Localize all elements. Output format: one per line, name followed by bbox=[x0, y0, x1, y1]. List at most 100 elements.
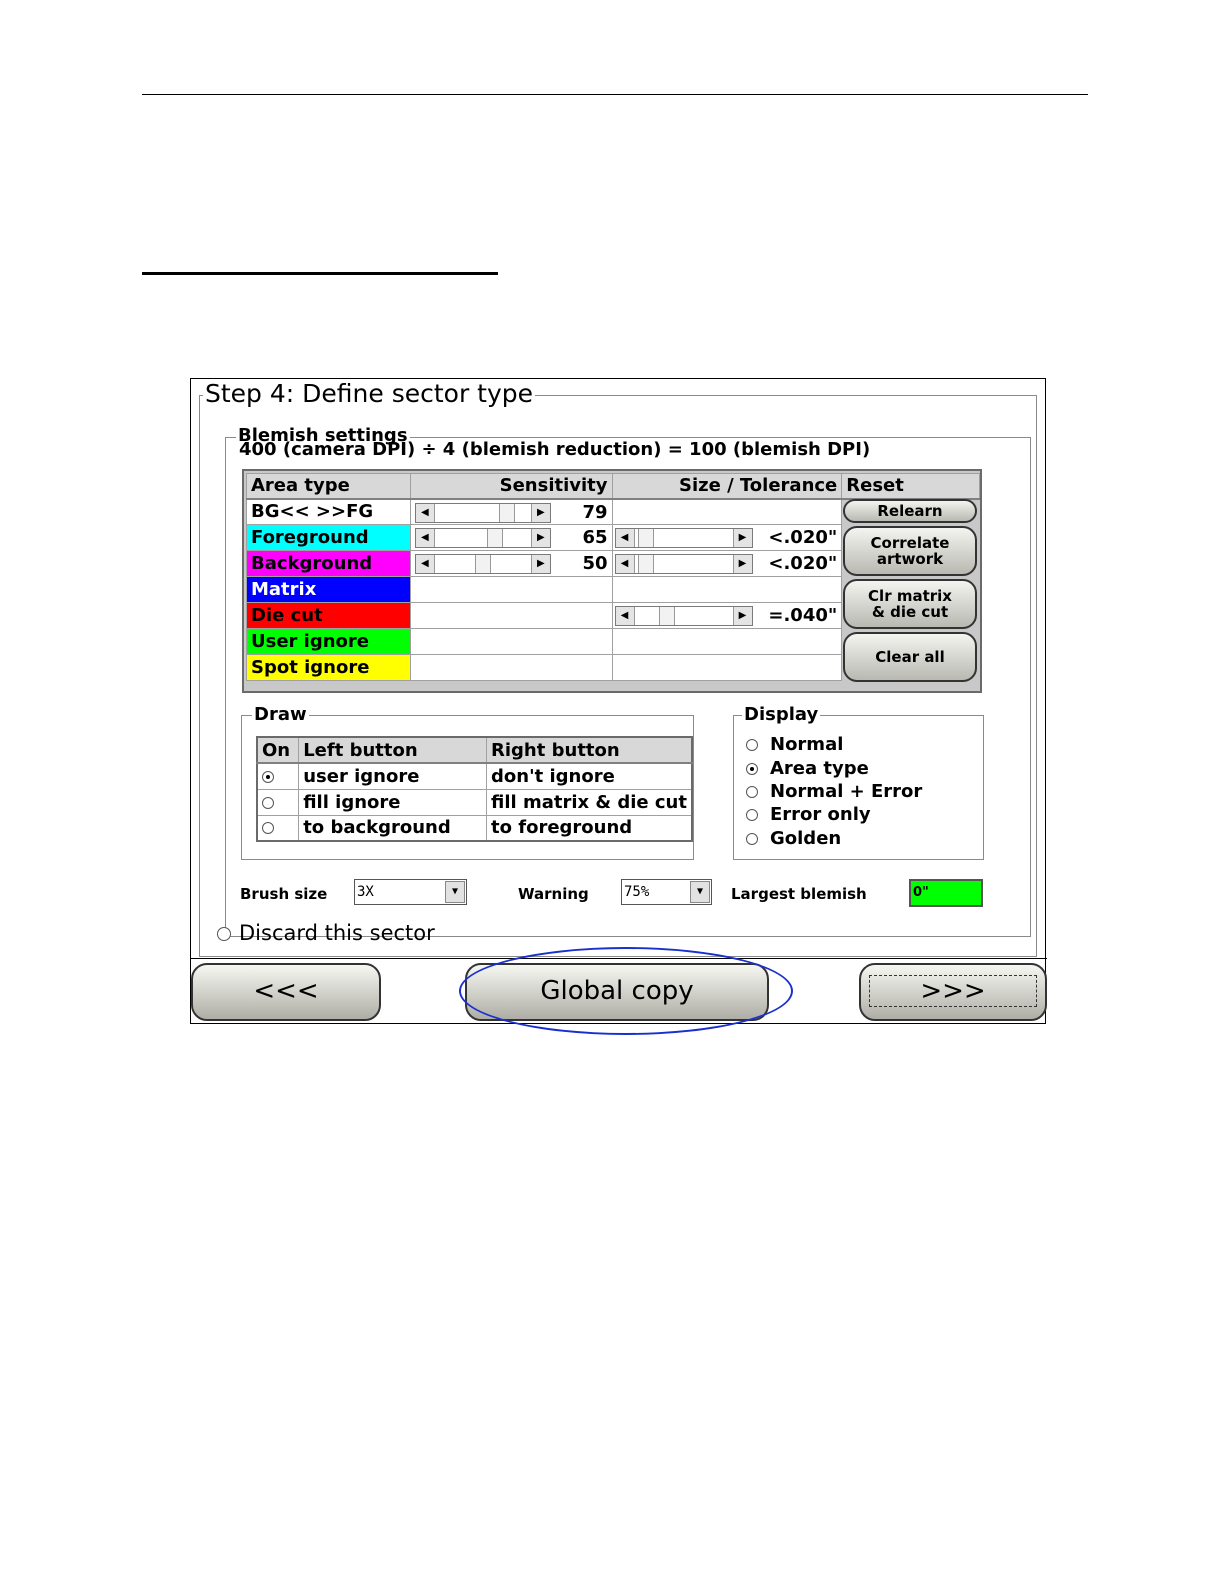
tolerance-cell: ◀ ▶ <.020" bbox=[611, 524, 843, 551]
relearn-button[interactable]: Relearn bbox=[843, 499, 977, 523]
global-copy-button[interactable]: Global copy bbox=[465, 963, 769, 1021]
display-option-label: Error only bbox=[770, 804, 871, 825]
correlate-label-line2: artwork bbox=[876, 550, 944, 568]
left-arrow-icon[interactable]: ◀ bbox=[415, 529, 435, 547]
clr-label-line2: & die cut bbox=[871, 603, 949, 621]
discard-sector-option[interactable]: Discard this sector bbox=[217, 921, 435, 945]
die-cut-tolerance-slider[interactable]: ◀ ▶ bbox=[614, 606, 753, 626]
draw-left-action: user ignore bbox=[298, 762, 488, 790]
table-row[interactable]: fill ignore fill matrix & die cut bbox=[256, 788, 693, 816]
draw-on-cell[interactable] bbox=[256, 788, 300, 816]
area-die-cut[interactable]: Die cut bbox=[246, 602, 411, 629]
radio-icon[interactable] bbox=[746, 833, 758, 845]
header-area-type: Area type bbox=[246, 473, 411, 500]
draw-left-action: fill ignore bbox=[298, 788, 488, 816]
area-spot-ignore[interactable]: Spot ignore bbox=[246, 654, 411, 681]
left-arrow-icon[interactable]: ◀ bbox=[415, 555, 435, 573]
clr-matrix-die-cut-button[interactable]: Clr matrix & die cut bbox=[843, 579, 977, 629]
area-matrix[interactable]: Matrix bbox=[246, 576, 411, 603]
display-option-normal-error[interactable]: Normal + Error bbox=[746, 781, 922, 802]
right-arrow-icon[interactable]: ▶ bbox=[732, 555, 752, 573]
draw-on-cell[interactable] bbox=[256, 814, 300, 842]
radio-selected-icon[interactable] bbox=[746, 763, 758, 775]
clear-all-button[interactable]: Clear all bbox=[843, 632, 977, 682]
sensitivity-cell bbox=[409, 654, 613, 681]
brush-size-select[interactable]: 3X ▼ bbox=[354, 879, 467, 905]
bgfg-sensitivity-slider[interactable]: ◀ ▶ bbox=[414, 502, 551, 523]
display-option-area-type[interactable]: Area type bbox=[746, 758, 869, 779]
sensitivity-cell bbox=[409, 602, 613, 629]
display-option-label: Golden bbox=[770, 828, 842, 849]
tolerance-value: =.040" bbox=[768, 605, 838, 626]
left-arrow-icon[interactable]: ◀ bbox=[415, 503, 435, 522]
radio-icon[interactable] bbox=[746, 809, 758, 821]
chevron-down-icon[interactable]: ▼ bbox=[445, 881, 465, 903]
draw-right-action: don't ignore bbox=[486, 762, 693, 790]
tolerance-cell bbox=[611, 654, 843, 681]
tolerance-value: <.020" bbox=[768, 553, 838, 574]
slider-thumb[interactable] bbox=[637, 555, 654, 573]
table-row[interactable]: user ignore don't ignore bbox=[256, 762, 693, 790]
slider-thumb[interactable] bbox=[474, 555, 491, 573]
draw-on-cell[interactable] bbox=[256, 762, 300, 790]
slider-thumb[interactable] bbox=[498, 503, 515, 522]
tolerance-cell bbox=[611, 628, 843, 655]
focus-outline bbox=[869, 975, 1037, 1007]
area-background[interactable]: Background bbox=[246, 550, 411, 577]
left-arrow-icon[interactable]: ◀ bbox=[615, 555, 635, 573]
area-foreground[interactable]: Foreground bbox=[246, 524, 411, 551]
discard-sector-label: Discard this sector bbox=[239, 921, 435, 945]
section-underline-rule bbox=[142, 272, 498, 275]
display-option-label: Normal + Error bbox=[770, 781, 923, 802]
slider-thumb[interactable] bbox=[487, 529, 504, 547]
back-button[interactable]: <<< bbox=[191, 963, 381, 1021]
sector-type-window: Step 4: Define sector type Blemish setti… bbox=[190, 378, 1047, 1035]
radio-icon[interactable] bbox=[746, 739, 758, 751]
radio-selected-icon[interactable] bbox=[262, 770, 274, 783]
chevron-down-icon[interactable]: ▼ bbox=[690, 881, 710, 903]
display-option-error-only[interactable]: Error only bbox=[746, 804, 871, 825]
slider-thumb[interactable] bbox=[637, 529, 654, 547]
header-reset: Reset bbox=[841, 473, 980, 500]
tolerance-value: <.020" bbox=[768, 527, 838, 548]
radio-icon[interactable] bbox=[217, 927, 231, 941]
largest-blemish-value: 0" bbox=[909, 879, 983, 907]
display-legend: Display bbox=[742, 704, 821, 725]
right-arrow-icon[interactable]: ▶ bbox=[530, 503, 550, 522]
radio-icon[interactable] bbox=[746, 786, 758, 798]
button-bar-divider bbox=[191, 958, 1047, 959]
header-left-button: Left button bbox=[298, 736, 488, 764]
display-option-normal[interactable]: Normal bbox=[746, 734, 843, 755]
background-sensitivity-slider[interactable]: ◀ ▶ bbox=[414, 554, 551, 574]
brush-size-value: 3X bbox=[357, 884, 374, 900]
header-right-button: Right button bbox=[486, 736, 693, 764]
foreground-tolerance-slider[interactable]: ◀ ▶ bbox=[614, 528, 753, 548]
tolerance-cell bbox=[611, 576, 843, 603]
foreground-sensitivity-slider[interactable]: ◀ ▶ bbox=[414, 528, 551, 548]
left-arrow-icon[interactable]: ◀ bbox=[615, 607, 635, 625]
right-arrow-icon[interactable]: ▶ bbox=[530, 555, 550, 573]
step-title: Step 4: Define sector type bbox=[203, 379, 536, 409]
right-arrow-icon[interactable]: ▶ bbox=[732, 529, 752, 547]
next-button[interactable]: >>> bbox=[859, 963, 1047, 1021]
warning-value: 75% bbox=[624, 884, 650, 900]
table-row[interactable]: to background to foreground bbox=[256, 814, 693, 842]
sensitivity-cell: ◀ ▶ 50 bbox=[409, 550, 613, 577]
radio-icon[interactable] bbox=[262, 822, 274, 835]
background-tolerance-slider[interactable]: ◀ ▶ bbox=[614, 554, 753, 574]
correlate-artwork-button[interactable]: Correlate artwork bbox=[843, 526, 977, 576]
right-arrow-icon[interactable]: ▶ bbox=[530, 529, 550, 547]
right-arrow-icon[interactable]: ▶ bbox=[732, 607, 752, 625]
sensitivity-cell: ◀ ▶ 65 bbox=[409, 524, 613, 551]
sensitivity-value: 65 bbox=[582, 527, 608, 548]
area-user-ignore[interactable]: User ignore bbox=[246, 628, 411, 655]
left-arrow-icon[interactable]: ◀ bbox=[615, 529, 635, 547]
draw-right-action: fill matrix & die cut bbox=[486, 788, 693, 816]
header-on: On bbox=[256, 736, 300, 764]
radio-icon[interactable] bbox=[262, 796, 274, 809]
warning-select[interactable]: 75% ▼ bbox=[621, 879, 712, 905]
display-option-golden[interactable]: Golden bbox=[746, 828, 841, 849]
slider-thumb[interactable] bbox=[658, 607, 675, 625]
draw-left-action: to background bbox=[298, 814, 488, 842]
draw-legend: Draw bbox=[252, 704, 309, 725]
